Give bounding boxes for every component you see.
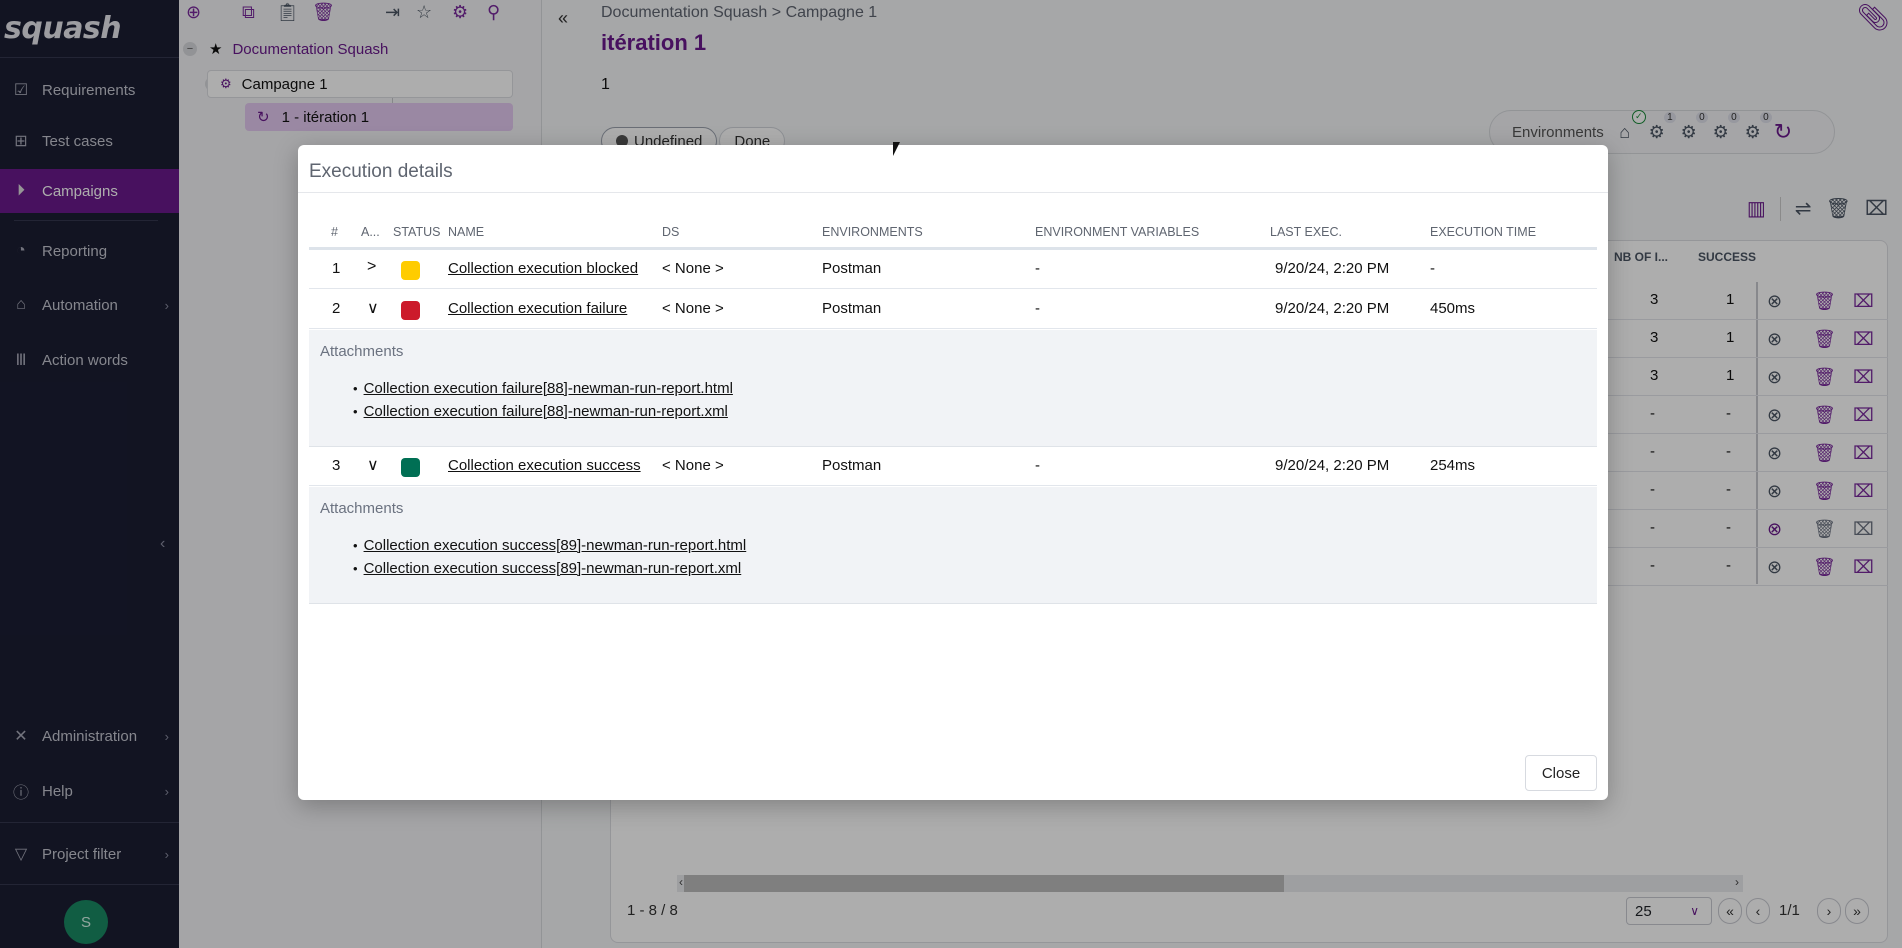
- attachment-item: Collection execution success[89]-newman-…: [353, 534, 747, 557]
- status-success-badge: [401, 458, 420, 477]
- attachment-item: Collection execution failure[88]-newman-…: [353, 377, 733, 400]
- cell-dataset: < None >: [662, 300, 724, 317]
- column-header-number[interactable]: #: [331, 225, 338, 239]
- attachments-label: Attachments: [320, 343, 404, 360]
- cell-environment: Postman: [822, 300, 882, 317]
- status-blocked-badge: [401, 261, 420, 280]
- attachment-link[interactable]: Collection execution success[89]-newman-…: [364, 537, 747, 554]
- column-header-attachments[interactable]: A...: [361, 225, 380, 239]
- cell-last-execution: 9/20/24, 2:20 PM: [1275, 300, 1390, 317]
- cell-environment-variables: -: [1035, 260, 1040, 277]
- cell-environment: Postman: [822, 457, 882, 474]
- dialog-title: Execution details: [309, 161, 453, 182]
- execution-name-link[interactable]: Collection execution failure: [448, 300, 627, 317]
- attachments-panel: Attachments Collection execution failure[…: [309, 330, 1597, 447]
- column-header-environment-variables[interactable]: ENVIRONMENT VARIABLES: [1035, 225, 1199, 239]
- execution-row[interactable]: 2 ∨ Collection execution failure < None > Po…: [309, 290, 1597, 329]
- column-header-last-execution[interactable]: LAST EXEC.: [1270, 225, 1342, 239]
- cell-number: 1: [332, 260, 341, 277]
- chevron-down-icon[interactable]: ∨: [367, 455, 379, 475]
- attachments-label: Attachments: [320, 500, 404, 517]
- cell-dataset: < None >: [662, 260, 724, 277]
- attachment-item: Collection execution failure[88]-newman-…: [353, 400, 733, 423]
- cell-execution-time: 450ms: [1430, 300, 1476, 317]
- cell-number: 2: [332, 300, 341, 317]
- cell-number: 3: [332, 457, 341, 474]
- execution-row[interactable]: 1 > Collection execution blocked < None > Po…: [309, 250, 1597, 289]
- chevron-right-icon[interactable]: >: [367, 258, 376, 276]
- attachment-link[interactable]: Collection execution failure[88]-newman-…: [364, 380, 733, 397]
- execution-row[interactable]: 3 ∨ Collection execution success < None > Po…: [309, 447, 1597, 486]
- execution-details-dialog: Execution details # A... STATUS NAME DS …: [298, 145, 1608, 800]
- execution-name-link[interactable]: Collection execution blocked: [448, 260, 638, 277]
- column-header-status[interactable]: STATUS: [393, 225, 440, 239]
- column-header-execution-time[interactable]: EXECUTION TIME: [1430, 225, 1536, 239]
- execution-name-link[interactable]: Collection execution success: [448, 457, 641, 474]
- column-header-name[interactable]: NAME: [448, 225, 484, 239]
- status-failure-badge: [401, 301, 420, 320]
- cell-last-execution: 9/20/24, 2:20 PM: [1275, 260, 1390, 277]
- cell-environment-variables: -: [1035, 300, 1040, 317]
- attachments-list: Collection execution success[89]-newman-…: [353, 534, 747, 580]
- cell-execution-time: 254ms: [1430, 457, 1476, 474]
- column-header-dataset[interactable]: DS: [662, 225, 679, 239]
- cell-execution-time: -: [1430, 260, 1435, 277]
- column-header-environments[interactable]: ENVIRONMENTS: [822, 225, 923, 239]
- cell-last-execution: 9/20/24, 2:20 PM: [1275, 457, 1390, 474]
- attachments-panel: Attachments Collection execution success[…: [309, 487, 1597, 604]
- attachment-link[interactable]: Collection execution failure[88]-newman-…: [364, 403, 728, 420]
- attachments-list: Collection execution failure[88]-newman-…: [353, 377, 733, 423]
- mouse-cursor: [893, 142, 900, 156]
- cell-environment: Postman: [822, 260, 882, 277]
- attachment-link[interactable]: Collection execution success[89]-newman-…: [364, 560, 742, 577]
- attachment-item: Collection execution success[89]-newman-…: [353, 557, 746, 580]
- chevron-down-icon[interactable]: ∨: [367, 298, 379, 318]
- cell-dataset: < None >: [662, 457, 724, 474]
- dialog-divider: [298, 192, 1608, 193]
- close-button[interactable]: Close: [1525, 755, 1597, 791]
- close-label: Close: [1541, 764, 1581, 782]
- cell-environment-variables: -: [1035, 457, 1040, 474]
